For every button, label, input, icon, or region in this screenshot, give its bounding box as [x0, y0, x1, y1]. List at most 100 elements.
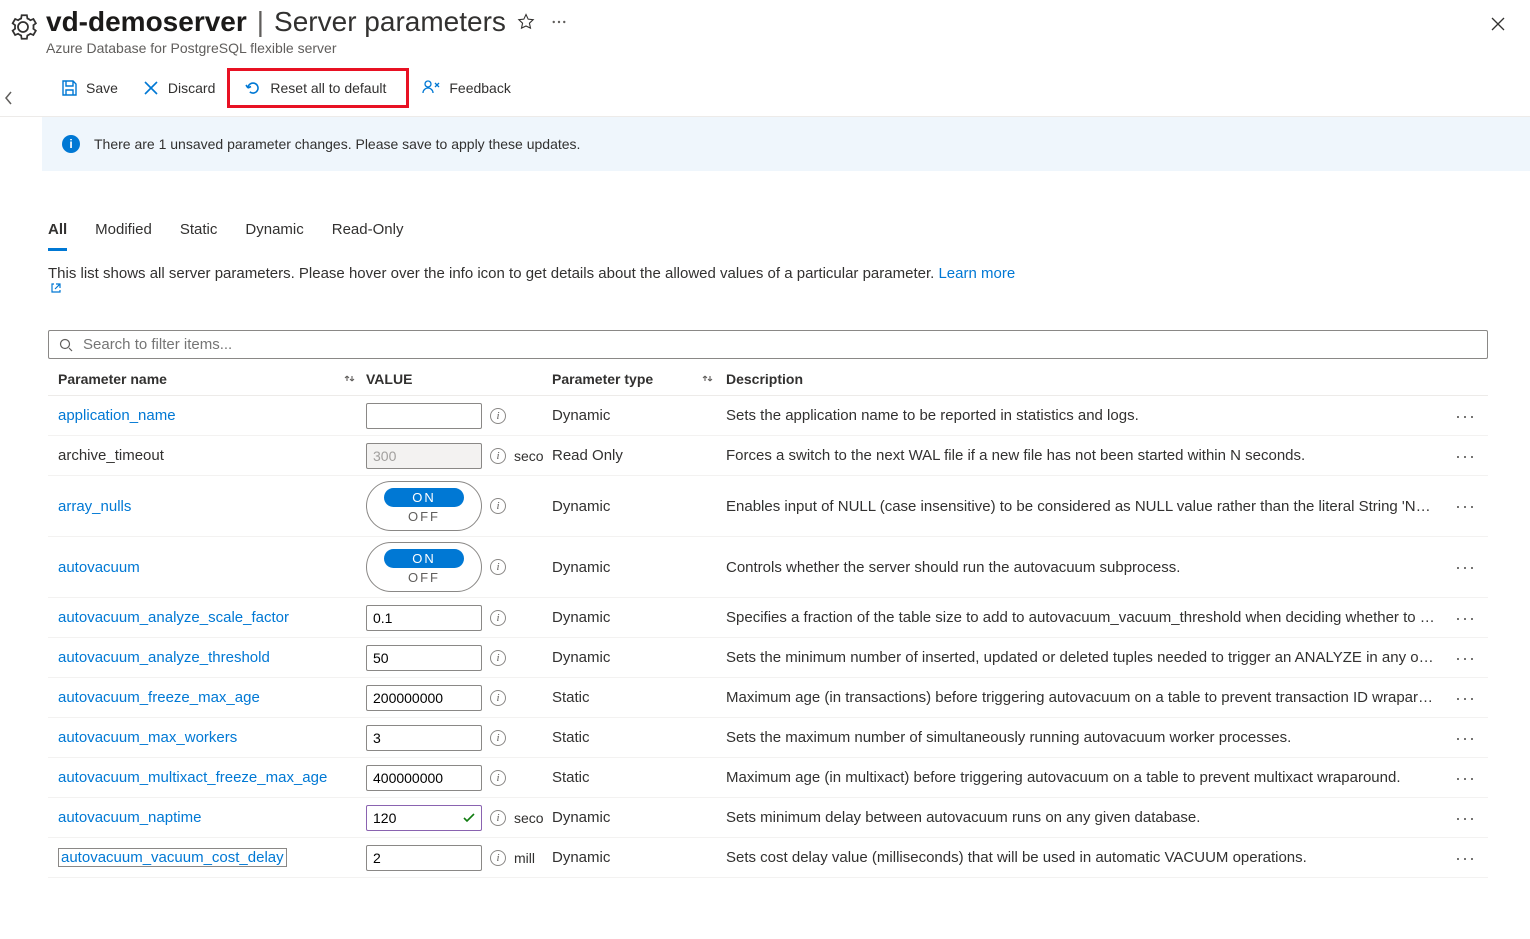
param-type: Static — [552, 769, 726, 786]
row-more-button[interactable]: ··· — [1447, 649, 1484, 667]
param-type: Read Only — [552, 447, 726, 464]
tab-dynamic[interactable]: Dynamic — [245, 219, 303, 251]
info-icon[interactable]: i — [490, 730, 506, 746]
reset-all-button[interactable]: Reset all to default — [232, 73, 398, 103]
param-type: Dynamic — [552, 559, 726, 576]
value-input[interactable] — [366, 845, 482, 871]
info-icon[interactable]: i — [490, 448, 506, 464]
info-icon[interactable]: i — [490, 559, 506, 575]
param-description: Sets cost delay value (milliseconds) tha… — [726, 849, 1447, 866]
info-icon[interactable]: i — [490, 690, 506, 706]
param-name[interactable]: application_name — [58, 407, 176, 424]
info-icon[interactable]: i — [490, 408, 506, 424]
param-name[interactable]: array_nulls — [58, 498, 131, 515]
row-more-button[interactable]: ··· — [1447, 809, 1484, 827]
search-box[interactable] — [48, 330, 1488, 359]
param-type: Dynamic — [552, 849, 726, 866]
param-name[interactable]: autovacuum_multixact_freeze_max_age — [58, 769, 327, 786]
param-name[interactable]: autovacuum_analyze_scale_factor — [58, 609, 289, 626]
table-row: autovacuum_analyze_threshold i DynamicSets… — [48, 638, 1488, 678]
toggle[interactable]: ONOFF — [366, 542, 482, 592]
tab-modified[interactable]: Modified — [95, 219, 152, 251]
banner-message: There are 1 unsaved parameter changes. P… — [94, 136, 580, 152]
row-more-button[interactable]: ··· — [1447, 849, 1484, 867]
row-more-button[interactable]: ··· — [1447, 407, 1484, 425]
info-icon[interactable]: i — [490, 610, 506, 626]
unsaved-changes-banner: i There are 1 unsaved parameter changes.… — [42, 117, 1530, 171]
param-type: Dynamic — [552, 609, 726, 626]
value-input — [366, 443, 482, 469]
col-parameter-name[interactable]: Parameter name — [58, 371, 167, 387]
param-description: Forces a switch to the next WAL file if … — [726, 447, 1447, 464]
sort-icon[interactable] — [700, 372, 714, 386]
param-description: Sets the minimum number of inserted, upd… — [726, 649, 1447, 666]
sort-icon[interactable] — [342, 372, 356, 386]
param-description: Sets minimum delay between autovacuum ru… — [726, 809, 1447, 826]
param-name[interactable]: autovacuum_naptime — [58, 809, 201, 826]
undo-icon — [244, 79, 262, 97]
feedback-button[interactable]: Feedback — [409, 73, 522, 103]
check-icon — [462, 811, 476, 825]
tab-all[interactable]: All — [48, 219, 67, 251]
row-more-button[interactable]: ··· — [1447, 609, 1484, 627]
info-icon[interactable]: i — [490, 810, 506, 826]
param-name[interactable]: autovacuum_freeze_max_age — [58, 689, 260, 706]
info-icon[interactable]: i — [490, 850, 506, 866]
value-input[interactable] — [366, 403, 482, 429]
toggle[interactable]: ONOFF — [366, 481, 482, 531]
highlight-reset: Reset all to default — [227, 68, 409, 108]
search-input[interactable] — [81, 335, 1477, 354]
discard-button[interactable]: Discard — [130, 73, 227, 103]
collapse-chevron-icon[interactable] — [0, 86, 18, 110]
col-description: Description — [726, 371, 803, 387]
param-description: Sets the application name to be reported… — [726, 407, 1447, 424]
external-link-icon — [50, 282, 62, 294]
description-text: This list shows all server parameters. P… — [48, 265, 1488, 294]
row-more-button[interactable]: ··· — [1447, 447, 1484, 465]
value-input[interactable] — [366, 645, 482, 671]
toggle-off: OFF — [408, 568, 440, 585]
param-name[interactable]: autovacuum_vacuum_cost_delay — [58, 848, 287, 867]
param-type: Dynamic — [552, 649, 726, 666]
close-button[interactable] — [1486, 12, 1510, 36]
table-row: autovacuum_max_workers i StaticSets the ma… — [48, 718, 1488, 758]
param-description: Maximum age (in multixact) before trigge… — [726, 769, 1447, 786]
row-more-button[interactable]: ··· — [1447, 689, 1484, 707]
row-more-button[interactable]: ··· — [1447, 769, 1484, 787]
table-row: autovacuum_multixact_freeze_max_age i Stat… — [48, 758, 1488, 798]
feedback-label: Feedback — [449, 80, 510, 96]
param-type: Dynamic — [552, 407, 726, 424]
save-label: Save — [86, 80, 118, 96]
param-name[interactable]: autovacuum_analyze_threshold — [58, 649, 270, 666]
save-button[interactable]: Save — [48, 73, 130, 103]
page-title: Server parameters — [274, 6, 506, 38]
favorite-button[interactable] — [512, 8, 540, 36]
col-parameter-type[interactable]: Parameter type — [552, 371, 653, 387]
param-description: Sets the maximum number of simultaneousl… — [726, 729, 1447, 746]
row-more-button[interactable]: ··· — [1447, 558, 1484, 576]
param-name: archive_timeout — [58, 447, 164, 464]
table-row: array_nullsONOFFiDynamicEnables input of… — [48, 476, 1488, 537]
unit-label: mill — [514, 850, 535, 866]
table-row: autovacuum_freeze_max_ageiStaticMaximum … — [48, 678, 1488, 718]
more-button[interactable] — [546, 9, 572, 35]
param-name[interactable]: autovacuum — [58, 559, 140, 576]
toggle-off: OFF — [408, 507, 440, 524]
info-icon[interactable]: i — [490, 498, 506, 514]
reset-label: Reset all to default — [270, 80, 386, 96]
value-input[interactable] — [366, 765, 482, 791]
row-more-button[interactable]: ··· — [1447, 497, 1484, 515]
param-type: Static — [552, 729, 726, 746]
tab-readonly[interactable]: Read-Only — [332, 219, 404, 251]
toggle-on: ON — [384, 549, 464, 568]
row-more-button[interactable]: ··· — [1447, 729, 1484, 747]
table-row: autovacuum_naptimeisecoDynamicSets minim… — [48, 798, 1488, 838]
param-name[interactable]: autovacuum_max_workers — [58, 729, 237, 746]
info-icon[interactable]: i — [490, 650, 506, 666]
info-icon[interactable]: i — [490, 770, 506, 786]
value-input[interactable] — [366, 605, 482, 631]
value-input[interactable] — [366, 725, 482, 751]
value-input[interactable] — [366, 685, 482, 711]
tab-static[interactable]: Static — [180, 219, 218, 251]
info-icon: i — [62, 135, 80, 153]
